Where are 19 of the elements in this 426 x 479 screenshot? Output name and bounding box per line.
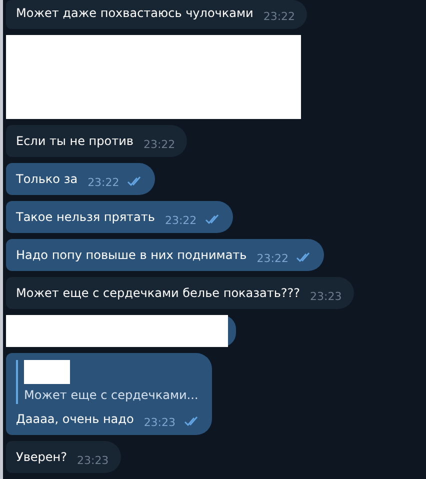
message-text: Уверен? (16, 449, 67, 466)
message-text: Даааа, очень надо (16, 411, 134, 428)
message-time: 23:23 (76, 452, 109, 468)
message-time: 23:23 (310, 288, 342, 304)
message-time: 23:23 (144, 414, 176, 430)
message-text: Только за (16, 171, 78, 188)
message-time: 23:22 (143, 136, 176, 152)
message-text: Может еще с сердечками белье показать??? (16, 285, 300, 302)
message-time: 23:22 (263, 8, 296, 24)
message-time: 23:22 (88, 174, 120, 190)
message-time: 23:22 (164, 212, 197, 228)
message-text: Может даже похвастаюсь чулочками (16, 5, 254, 22)
quoted-text: Может еще с сердечками... (24, 387, 200, 404)
message-text: Надо попу повыше в них поднимать (16, 247, 247, 264)
redacted-block (24, 360, 70, 384)
reply-quote[interactable]: Может еще с сердечками... (16, 360, 200, 404)
message-text: Такое нельзя прятать (16, 209, 155, 226)
message-text: Если ты не против (16, 133, 134, 150)
message-time: 23:22 (256, 250, 288, 266)
